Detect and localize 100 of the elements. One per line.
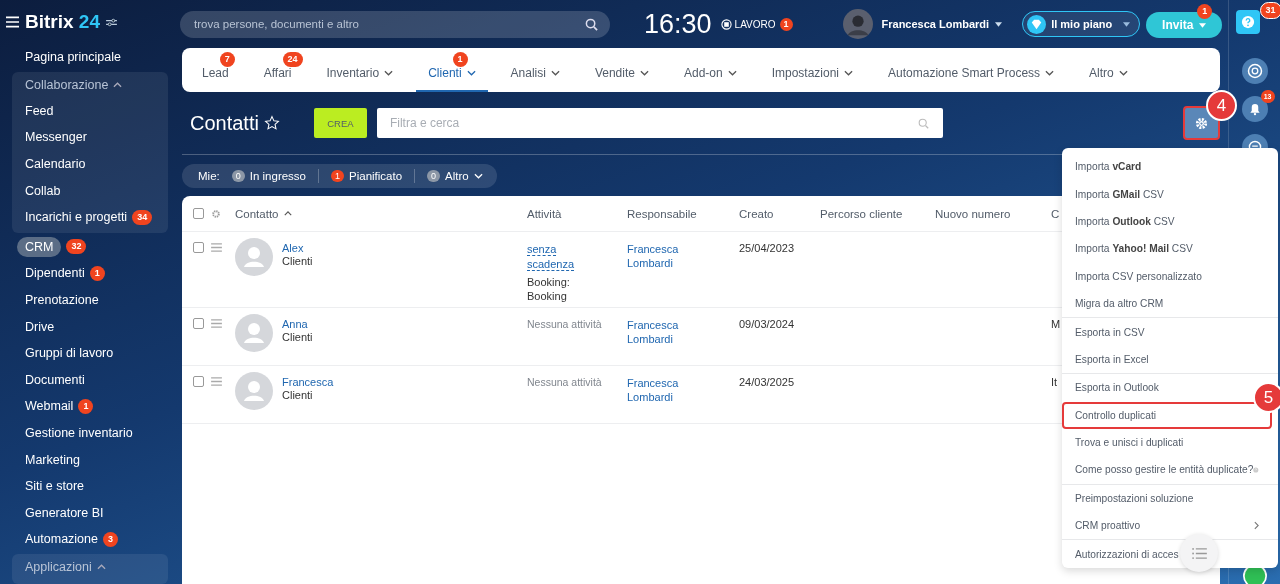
nav-tab[interactable]: Altro xyxy=(1077,48,1140,92)
chevron-icon xyxy=(844,70,854,76)
activity-note: Booking: Booking xyxy=(527,275,571,303)
sidebar-item[interactable]: Webmail xyxy=(25,399,74,414)
chevron-icon xyxy=(727,70,737,76)
gear-icon[interactable] xyxy=(211,208,221,219)
counter-filter[interactable]: 0 Altro xyxy=(427,170,483,182)
column-header[interactable]: Creato xyxy=(739,207,774,220)
column-header[interactable]: C xyxy=(1051,207,1060,220)
count-badge: 32 xyxy=(66,239,87,255)
sliders-icon[interactable] xyxy=(106,17,117,27)
menu-item[interactable]: Trova e unisci i duplicati xyxy=(1062,428,1272,457)
menu-item[interactable]: Importa vCard xyxy=(1062,153,1272,181)
sidebar-item[interactable]: Messenger xyxy=(25,130,87,145)
sidebar-item[interactable]: Siti e store xyxy=(25,479,85,494)
create-button[interactable]: CREA xyxy=(313,108,367,138)
sidebar-group-header[interactable]: Collaborazione xyxy=(25,77,109,92)
table-cell-text: 24/03/2025 xyxy=(739,376,796,388)
chevron-icon xyxy=(1118,70,1128,76)
responsible-link[interactable]: Francesca Lombardi xyxy=(627,318,687,346)
activity-status: Nessuna attività xyxy=(527,376,602,388)
sidebar-item[interactable]: Marketing xyxy=(25,452,80,467)
work-status[interactable]: LAVORO xyxy=(734,18,776,30)
search-field[interactable]: trova persone, documenti e altro xyxy=(180,10,610,38)
contact-link[interactable]: Alex xyxy=(282,241,313,254)
chevron-icon[interactable] xyxy=(113,81,123,88)
column-header[interactable]: Percorso cliente xyxy=(820,207,903,220)
contact-link[interactable]: Francesca xyxy=(282,375,334,388)
responsible-link[interactable]: Francesca Lombardi xyxy=(627,242,687,270)
nav-tab[interactable]: Impostazioni xyxy=(759,48,866,92)
menu-item[interactable]: Importa GMail CSV xyxy=(1062,180,1272,208)
record-icon[interactable] xyxy=(720,18,732,30)
menu-item[interactable]: Esporta in CSV xyxy=(1062,318,1272,346)
help-button[interactable] xyxy=(1235,10,1260,34)
chevron-icon xyxy=(466,70,476,76)
count-badge: 7 xyxy=(219,52,235,67)
column-header[interactable]: Contatto xyxy=(235,207,279,220)
nav-tab[interactable]: Analisi xyxy=(498,48,572,92)
contact-link[interactable]: Anna xyxy=(282,317,313,330)
counter-filter[interactable]: 1 Pianificato xyxy=(331,170,403,182)
nav-tab[interactable]: Affari 24 xyxy=(251,48,304,92)
counter-filter[interactable]: 0 In ingresso xyxy=(231,170,306,182)
sidebar-item[interactable]: Calendario xyxy=(25,157,86,172)
nav-tab[interactable]: Automazione Smart Process xyxy=(876,48,1067,92)
plan-button[interactable]: Il mio piano xyxy=(1022,11,1141,37)
caret-icon[interactable] xyxy=(995,21,1003,27)
checkbox[interactable] xyxy=(193,376,204,387)
sidebar-item[interactable]: Documenti xyxy=(25,372,85,387)
column-header[interactable]: Responsabile xyxy=(627,207,697,220)
sidebar-item[interactable]: Drive xyxy=(25,319,55,334)
caret-icon xyxy=(1199,22,1207,28)
avatar[interactable] xyxy=(842,9,873,39)
menu-item[interactable]: Migra da altro CRM xyxy=(1062,289,1272,318)
count-badge: 34 xyxy=(132,209,153,225)
sidebar-item[interactable]: Automazione xyxy=(25,532,98,547)
star-icon[interactable] xyxy=(263,115,280,131)
search-icon[interactable] xyxy=(585,17,598,31)
menu-icon[interactable] xyxy=(6,16,19,28)
checkbox[interactable] xyxy=(193,242,204,253)
logo[interactable]: Bitrix 24 xyxy=(25,11,100,33)
user-name[interactable]: Francesca Lombardi xyxy=(881,18,990,30)
menu-item[interactable]: Preimpostazioni soluzione xyxy=(1062,484,1272,513)
target-icon[interactable] xyxy=(1241,58,1268,84)
drag-handle-icon[interactable] xyxy=(211,243,222,252)
sidebar-item[interactable]: Prenotazione xyxy=(25,293,99,308)
responsible-link[interactable]: Francesca Lombardi xyxy=(627,376,687,404)
menu-item[interactable]: Importa Outlook CSV xyxy=(1062,207,1272,236)
drag-handle-icon[interactable] xyxy=(211,319,222,328)
table-cell-text: 09/03/2024 xyxy=(739,318,796,330)
nav-tab[interactable]: Clienti 1 xyxy=(416,48,488,92)
checkbox[interactable] xyxy=(193,318,204,329)
sidebar-item[interactable]: Gruppi di lavoro xyxy=(25,346,114,361)
chevron-icon xyxy=(473,173,483,179)
nav-tab[interactable]: Lead 7 xyxy=(190,48,241,92)
nav-tab[interactable]: Inventario xyxy=(314,48,406,92)
sidebar-item[interactable]: Dipendenti xyxy=(25,266,85,281)
nav-tab[interactable]: Vendite xyxy=(582,48,661,92)
question-icon xyxy=(1240,15,1255,29)
sidebar-item[interactable]: CRM xyxy=(17,236,62,257)
sidebar-item[interactable]: Pagina principale xyxy=(25,50,121,65)
drag-handle-icon[interactable] xyxy=(211,377,222,386)
menu-item[interactable]: Importa CSV personalizzato xyxy=(1062,262,1272,290)
checkbox[interactable] xyxy=(193,208,204,219)
menu-item[interactable]: Autorizzazioni di acces xyxy=(1062,540,1272,568)
nav-tab[interactable]: Add-on xyxy=(671,48,749,92)
chevron-icon[interactable] xyxy=(96,563,106,570)
chevron-icon xyxy=(384,70,394,76)
menu-item[interactable]: CRM proattivo xyxy=(1062,512,1272,540)
menu-item[interactable]: Esporta in Excel xyxy=(1062,345,1272,374)
menu-item[interactable]: Come posso gestire le entità duplicate? xyxy=(1062,456,1272,484)
menu-item[interactable]: Importa Yahoo! Mail CSV xyxy=(1062,235,1272,263)
sidebar-item[interactable]: Feed xyxy=(25,103,54,118)
avatar xyxy=(235,314,273,352)
sidebar-item[interactable]: Generatore BI xyxy=(25,505,104,520)
column-header[interactable]: Nuovo numero xyxy=(935,207,1011,220)
sidebar-item[interactable]: Incarichi e progetti xyxy=(25,210,128,225)
column-header[interactable]: Attività xyxy=(527,207,562,220)
sidebar-item[interactable]: Gestione inventario xyxy=(25,426,133,440)
sidebar-item[interactable]: Collab xyxy=(25,183,61,198)
activity-deadline-link[interactable]: senza scadenza xyxy=(527,242,575,273)
